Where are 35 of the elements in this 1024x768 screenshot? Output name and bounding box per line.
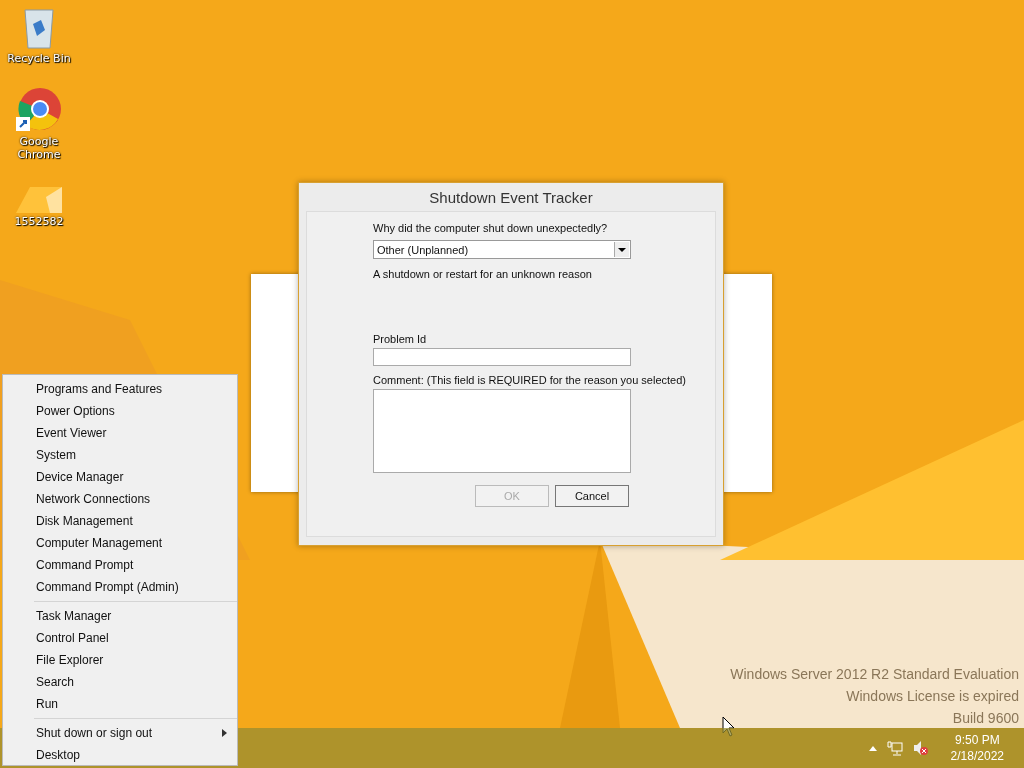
menu-item[interactable]: Shut down or sign out xyxy=(3,722,237,744)
menu-item[interactable]: Desktop xyxy=(3,744,237,766)
watermark-text: Windows Server 2012 R2 Standard Evaluation xyxy=(730,665,1019,684)
menu-item[interactable]: System xyxy=(3,444,237,466)
recycle-bin-icon[interactable] xyxy=(21,6,57,50)
menu-item[interactable]: Command Prompt xyxy=(3,554,237,576)
window-title: Shutdown Event Tracker xyxy=(428,188,594,208)
show-hidden-icons-icon[interactable] xyxy=(868,745,877,751)
watermark-text: Build 9600 xyxy=(952,709,1019,728)
speaker-muted-icon[interactable] xyxy=(912,740,929,756)
comment-field[interactable] xyxy=(373,389,631,473)
menu-item[interactable]: Power Options xyxy=(3,400,237,422)
submenu-arrow-icon xyxy=(222,729,227,737)
reason-description: A shutdown or restart for an unknown reason xyxy=(373,268,593,280)
menu-item[interactable]: Control Panel xyxy=(3,627,237,649)
reason-dropdown[interactable]: Other (Unplanned) xyxy=(373,240,631,259)
watermark-text: Windows License is expired xyxy=(846,687,1019,706)
network-icon[interactable] xyxy=(886,740,903,756)
browser-icon[interactable] xyxy=(16,87,62,133)
menu-item[interactable]: Network Connections xyxy=(3,488,237,510)
menu-item[interactable]: Computer Management xyxy=(3,532,237,554)
menu-item[interactable]: Command Prompt (Admin) xyxy=(3,576,237,598)
menu-item[interactable]: Event Viewer xyxy=(3,422,237,444)
menu-item[interactable]: Search xyxy=(3,671,237,693)
menu-item[interactable]: Disk Management xyxy=(3,510,237,532)
menu-item[interactable]: Run xyxy=(3,693,237,715)
problem-id-field[interactable] xyxy=(373,348,631,366)
comment-label: Comment: (This field is REQUIRED for the reason you selected) xyxy=(373,374,687,386)
menu-item[interactable]: File Explorer xyxy=(3,649,237,671)
question-label: Why did the computer shut down unexpectedly? xyxy=(373,222,609,234)
menu-item[interactable]: Programs and Features xyxy=(3,378,237,400)
problem-id-label: Problem Id xyxy=(373,333,428,345)
menu-item[interactable]: Device Manager xyxy=(3,466,237,488)
menu-item[interactable]: Task Manager xyxy=(3,605,237,627)
cancel-button[interactable]: Cancel xyxy=(555,485,629,507)
